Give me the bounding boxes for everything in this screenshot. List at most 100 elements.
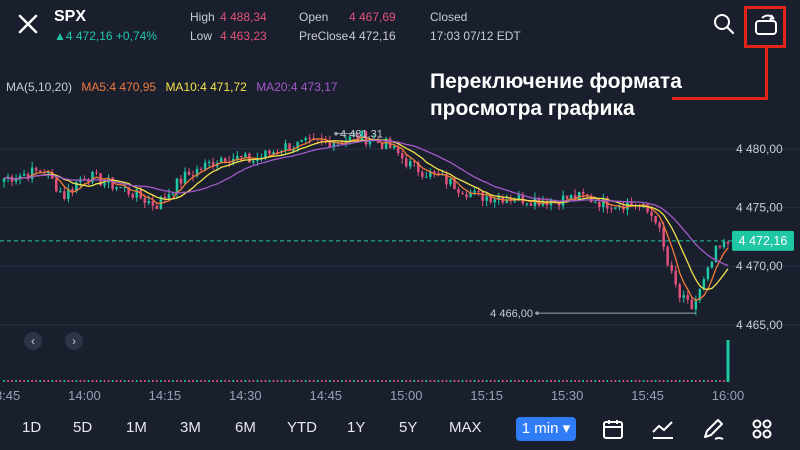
x-tick-label: 14:30 [229,388,262,403]
candle-body [143,198,147,203]
candle-body [461,192,464,195]
close-button[interactable] [14,10,42,38]
volume-bar [606,380,609,382]
candle-body [392,146,396,148]
period-1d[interactable]: 1D [22,419,41,436]
volume-bar [365,380,367,382]
candle-body [481,191,484,201]
period-3m[interactable]: 3M [180,419,201,436]
period-6m[interactable]: 6M [235,419,256,436]
volume-bar [27,380,29,382]
candle-body [236,155,239,159]
candle-body [614,207,617,209]
volume-bar [316,380,319,382]
candle-body [726,241,730,244]
volume-bar [715,380,717,382]
x-tick-label: 14:45 [310,388,343,403]
candle-body [610,208,613,210]
volume-bar [204,380,206,382]
period-1y[interactable]: 1Y [347,419,365,436]
period-5d[interactable]: 5D [73,419,92,436]
candle-body [308,138,311,140]
volume-bar [276,380,279,382]
volume-bar [216,380,218,382]
candle-body [706,267,710,280]
candle-body [131,194,134,198]
scroll-left-button[interactable]: ‹ [24,332,42,350]
candle-body [581,191,585,195]
volume-bar [437,380,440,382]
volume-bar [51,380,54,382]
scroll-right-button[interactable]: › [65,332,83,350]
candle-body [674,270,677,285]
volume-bar [594,380,597,382]
draw-icon [704,419,724,440]
draw-button[interactable] [701,417,725,441]
candle-body [485,196,488,201]
highlight-box [744,6,786,48]
volume-bar [703,380,705,382]
candlestick-chart[interactable]: 4 472,16 4 481,31 4 466,00 4 480,00 4 475,0… [0,100,800,410]
candle-body [650,211,653,217]
volume-bar [401,380,403,382]
period-5y[interactable]: 5Y [399,419,417,436]
volume-bar [670,380,673,382]
indicator-button[interactable] [651,417,675,441]
volume-bar [341,380,343,382]
search-button[interactable] [712,12,736,36]
candle-body [119,187,122,189]
candle-body [63,191,66,199]
volume-bar [7,380,9,382]
close-icon [18,14,38,34]
callout-connector [765,48,768,100]
ma-legend: MA(5,10,20) MA5:4 470,95 MA10:4 471,72 M… [6,80,344,94]
volume-bar [3,380,5,382]
volume-bar [337,380,339,382]
volume-bar [682,380,685,382]
candle-body [525,203,529,205]
volume-bar [296,380,299,382]
high-label: High [190,10,215,24]
volume-bar [139,380,142,382]
volume-bar [184,380,186,382]
candle-body [493,199,496,203]
volume-bar [55,380,58,382]
volume-bar [357,380,359,382]
period-ytd[interactable]: YTD [287,419,317,436]
volume-bar [542,380,544,382]
volume-bar [87,380,90,382]
candle-body [425,176,428,178]
volume-bar [526,380,528,382]
volume-bar [256,380,259,382]
volume-bar [324,380,327,382]
volume-bar [658,380,661,382]
volume-bar [59,380,62,382]
grid-menu-button[interactable] [750,417,774,441]
volume-bar [252,380,255,382]
high-marker-label: 4 481,31 [340,129,383,141]
volume-bar [111,380,114,382]
volume-bar [662,380,665,382]
volume-bar [300,380,303,382]
calendar-button[interactable] [601,417,625,441]
volume-bar [493,380,496,382]
timestamp: 17:03 07/12 EDT [430,29,521,43]
symbol-title: SPX [54,8,87,25]
candle-body [686,295,690,300]
candle-body [252,160,255,163]
period-1m[interactable]: 1M [126,419,147,436]
volume-bar [192,380,194,382]
candle-body [646,204,649,212]
candle-body [223,158,227,162]
volume-bar [558,380,560,382]
volume-bar [15,380,17,382]
y-tick-label: 4 470,00 [736,259,783,273]
period-max[interactable]: MAX [449,419,482,436]
volume-bar [618,380,621,382]
low-value: 4 463,23 [220,29,267,43]
volume-bar [477,380,480,382]
volume-bar [135,380,138,382]
interval-selector[interactable]: 1 min ▾ [516,417,576,441]
volume-bar [79,380,82,382]
volume-bar [208,380,210,382]
